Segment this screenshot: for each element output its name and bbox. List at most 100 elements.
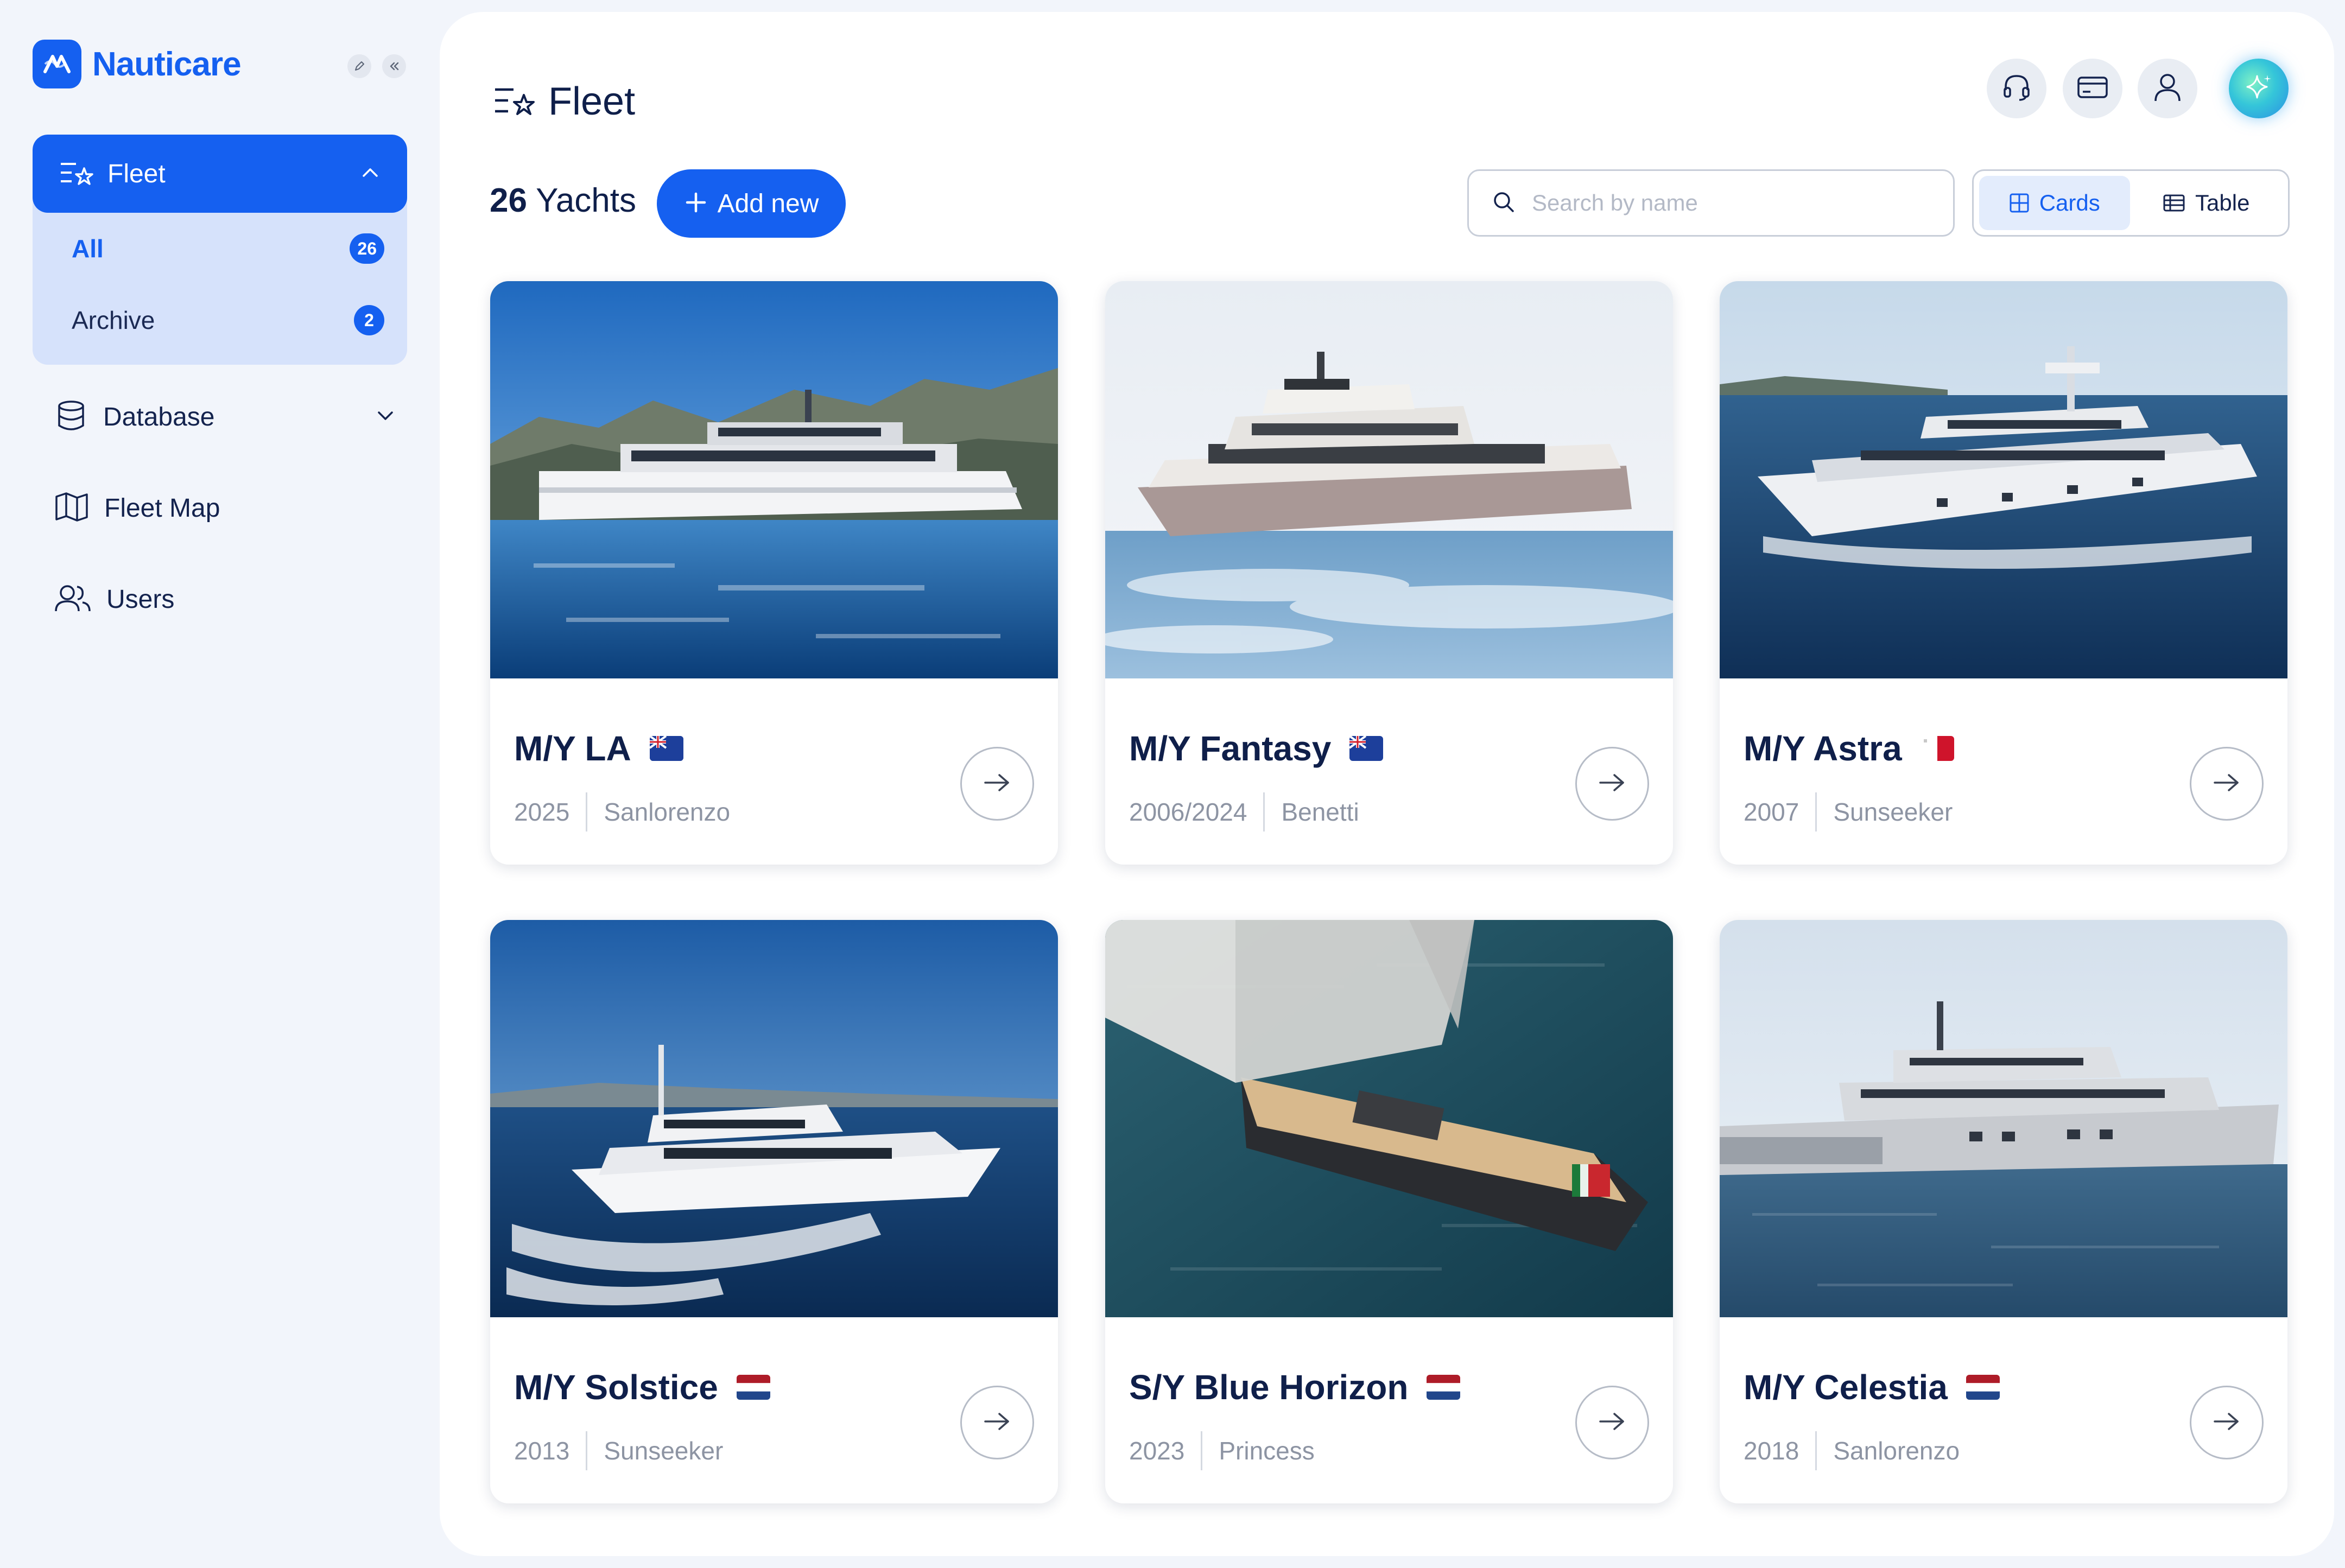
yacht-meta: 2006/2024 Benetti [1129, 792, 1359, 831]
open-yacht-button[interactable] [1575, 1386, 1649, 1459]
yacht-name: M/Y Solstice [514, 1367, 770, 1407]
card-body: M/Y Celestia 2018 Sanlorenzo [1720, 1317, 2287, 1503]
yacht-count: 26 Yachts [490, 181, 636, 220]
open-yacht-button[interactable] [2190, 1386, 2264, 1459]
open-yacht-button[interactable] [960, 1386, 1034, 1459]
page-title-text: Fleet [548, 80, 636, 123]
sidebar-item-database[interactable]: Database [54, 390, 396, 444]
add-new-label: Add new [717, 189, 819, 218]
open-yacht-button[interactable] [960, 747, 1034, 821]
wave-logo-icon [33, 40, 81, 88]
yacht-builder: Princess [1219, 1437, 1315, 1465]
yacht-card[interactable]: M/Y LA 2025 Sanlorenzo [490, 281, 1058, 865]
yacht-photo [1105, 920, 1673, 1317]
yacht-name: S/Y Blue Horizon [1129, 1367, 1461, 1407]
yacht-name-text: M/Y LA [514, 729, 631, 768]
yacht-name: M/Y Fantasy [1129, 728, 1384, 769]
card-body: S/Y Blue Horizon 2023 Princess [1105, 1317, 1673, 1503]
grid-icon [2009, 193, 2030, 213]
netherlands-flag [1966, 1375, 2000, 1400]
search-icon [1492, 190, 1516, 217]
search-input[interactable] [1531, 189, 1924, 217]
yacht-name-text: M/Y Celestia [1744, 1368, 1948, 1407]
subitem-label: All [72, 234, 104, 263]
user-icon [2152, 72, 2183, 106]
card-body: M/Y Fantasy 2006/2024 Benetti [1105, 678, 1673, 865]
fleet-nav-group: Fleet All 26 Archive 2 [33, 135, 407, 365]
view-table-label: Table [2195, 190, 2250, 215]
view-toggle: Cards Table [1972, 169, 2290, 237]
meta-divider [1263, 792, 1265, 831]
yacht-name-text: M/Y Solstice [514, 1368, 718, 1407]
yacht-meta: 2018 Sanlorenzo [1744, 1431, 1960, 1470]
yacht-name: M/Y Astra [1744, 728, 1954, 769]
yacht-card[interactable]: M/Y Solstice 2013 Sunseeker [490, 920, 1058, 1503]
card-body: M/Y Solstice 2013 Sunseeker [490, 1317, 1058, 1503]
yacht-builder: Sunseeker [604, 1437, 724, 1465]
sidebar-subitem-archive[interactable]: Archive 2 [33, 284, 407, 356]
ai-assistant-button[interactable] [2229, 59, 2289, 118]
netherlands-flag [1427, 1375, 1461, 1400]
brand[interactable]: Nauticare [33, 39, 242, 89]
open-yacht-button[interactable] [2190, 747, 2264, 821]
sidebar-item-users[interactable]: Users [54, 572, 396, 626]
card-body: M/Y Astra 2007 Sunseeker [1720, 678, 2287, 865]
profile-button[interactable] [2138, 59, 2197, 118]
meta-divider [1815, 792, 1817, 831]
map-icon [54, 491, 89, 525]
arrow-right-icon [982, 771, 1012, 797]
yacht-name: M/Y LA [514, 728, 683, 769]
meta-divider [1201, 1431, 1203, 1470]
yacht-name: M/Y Celestia [1744, 1367, 2000, 1407]
yacht-photo [1105, 281, 1673, 678]
subitem-label: Archive [72, 306, 155, 334]
database-icon [54, 399, 88, 435]
headset-icon [2001, 72, 2032, 106]
yacht-card[interactable]: M/Y Fantasy 2006/2024 Benetti [1105, 281, 1673, 865]
yacht-meta: 2013 Sunseeker [514, 1431, 723, 1470]
table-icon [2163, 194, 2185, 212]
arrow-right-icon [1597, 1410, 1627, 1436]
open-yacht-button[interactable] [1575, 747, 1649, 821]
yacht-year: 2018 [1744, 1437, 1799, 1465]
yacht-builder: Sunseeker [1833, 798, 1953, 826]
sidebar-item-label: Database [103, 402, 215, 431]
view-cards-button[interactable]: Cards [1979, 176, 2130, 230]
brand-name: Nauticare [92, 45, 242, 83]
yacht-builder: Benetti [1281, 798, 1359, 826]
plus-icon [684, 187, 708, 220]
yacht-card[interactable]: M/Y Astra 2007 Sunseeker [1720, 281, 2287, 865]
pencil-icon[interactable] [347, 54, 371, 78]
yacht-name-text: S/Y Blue Horizon [1129, 1368, 1409, 1407]
card-icon [2076, 74, 2109, 103]
yacht-year: 2007 [1744, 798, 1799, 826]
chevron-up-icon [360, 166, 380, 182]
yacht-builder: Sanlorenzo [1833, 1437, 1960, 1465]
yacht-count-label: Yachts [536, 182, 637, 219]
search-box[interactable] [1467, 169, 1955, 237]
arrow-right-icon [982, 1410, 1012, 1436]
yacht-count-number: 26 [490, 182, 527, 219]
meta-divider [586, 792, 588, 831]
sidebar-item-label: Fleet [107, 159, 166, 188]
yacht-photo [490, 920, 1058, 1317]
yacht-card[interactable]: S/Y Blue Horizon 2023 Princess [1105, 920, 1673, 1503]
yacht-meta: 2025 Sanlorenzo [514, 792, 730, 831]
sidebar-item-fleet-map[interactable]: Fleet Map [54, 481, 396, 535]
view-cards-label: Cards [2039, 190, 2100, 215]
billing-button[interactable] [2063, 59, 2122, 118]
chevron-down-icon [375, 409, 396, 426]
sidebar-item-fleet[interactable]: Fleet [33, 135, 407, 213]
sidebar-subitem-all[interactable]: All 26 [33, 213, 407, 284]
yacht-name-text: M/Y Astra [1744, 729, 1902, 768]
support-button[interactable] [1987, 59, 2046, 118]
add-new-button[interactable]: Add new [657, 169, 846, 238]
view-table-button[interactable]: Table [2130, 176, 2283, 230]
double-chevron-left-icon[interactable] [382, 54, 406, 78]
yacht-name-text: M/Y Fantasy [1129, 729, 1332, 768]
yacht-year: 2023 [1129, 1437, 1185, 1465]
fleet-list-star-icon [60, 160, 93, 188]
yacht-card[interactable]: M/Y Celestia 2018 Sanlorenzo [1720, 920, 2287, 1503]
arrow-right-icon [2211, 771, 2242, 797]
yacht-photo [1720, 920, 2287, 1317]
